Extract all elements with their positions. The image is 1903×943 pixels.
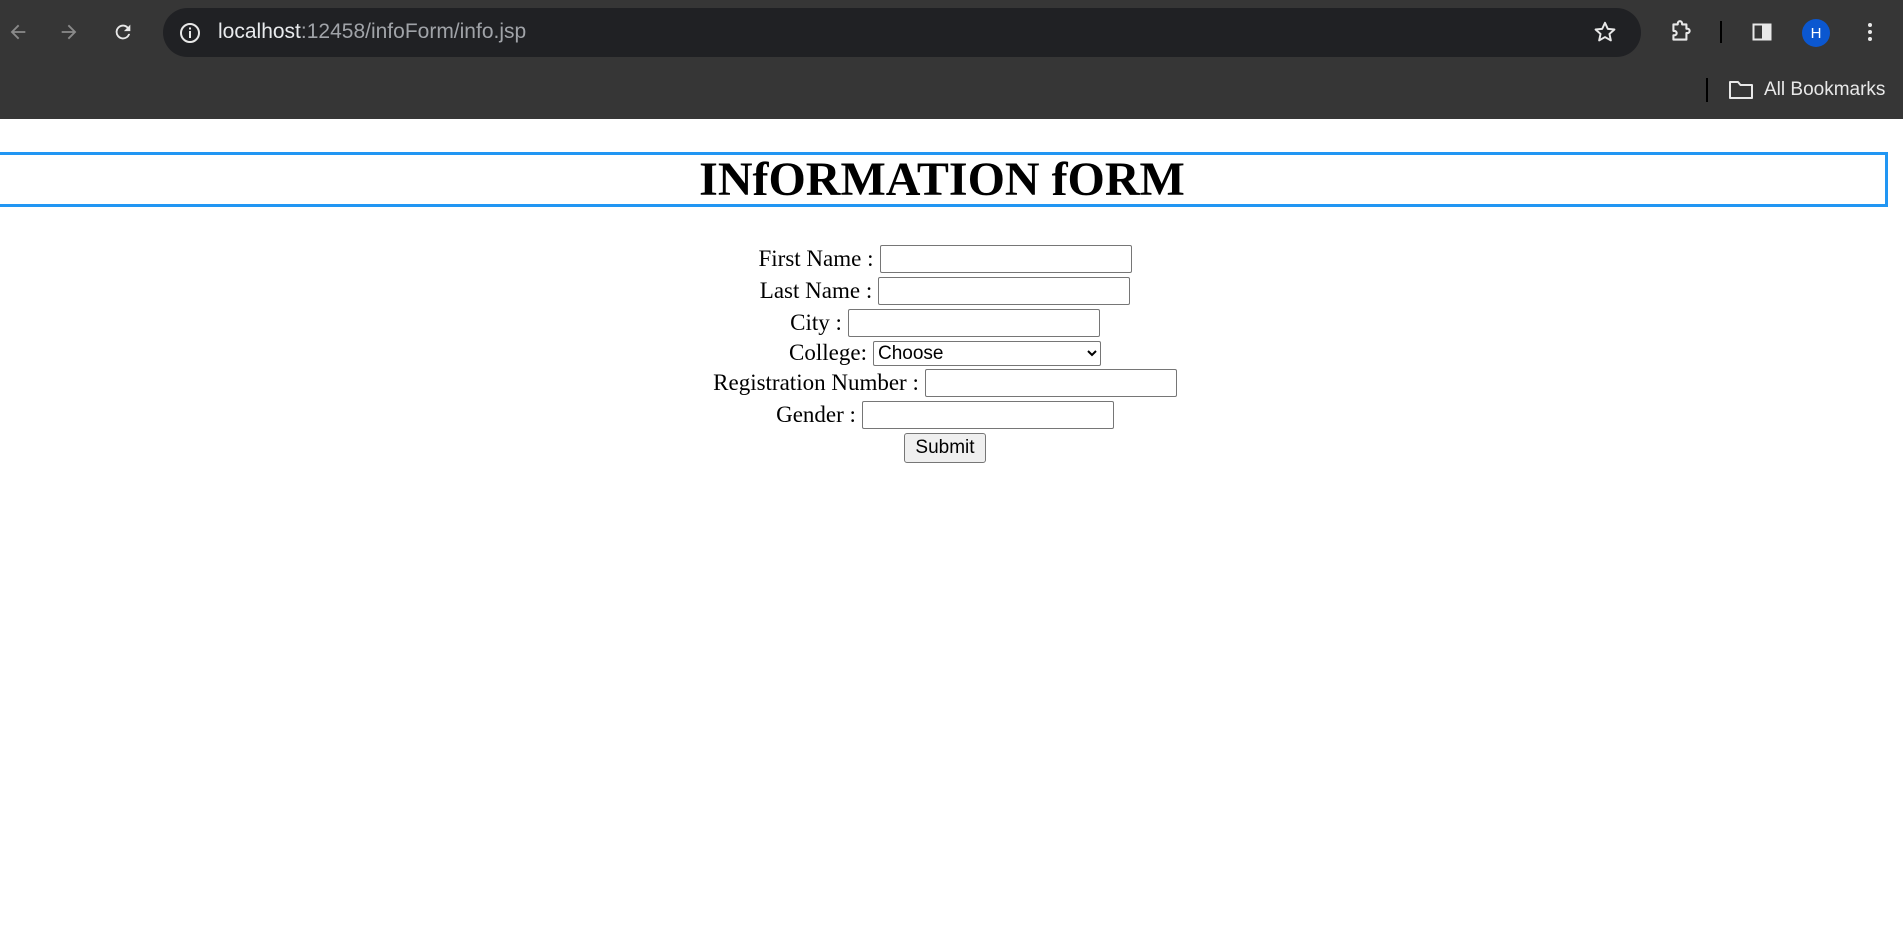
bookmarks-bar: All Bookmarks bbox=[0, 66, 1903, 119]
registration-number-label: Registration Number : bbox=[713, 370, 919, 395]
gender-label: Gender : bbox=[776, 402, 856, 427]
extensions-button[interactable] bbox=[1663, 14, 1699, 50]
browser-menu-button[interactable] bbox=[1852, 14, 1888, 50]
url-text: localhost:12458/infoForm/info.jsp bbox=[218, 20, 526, 44]
last-name-input[interactable] bbox=[878, 277, 1131, 305]
all-bookmarks-label: All Bookmarks bbox=[1764, 79, 1886, 100]
first-name-row: First Name : bbox=[759, 243, 1132, 275]
submit-row: Submit bbox=[904, 431, 986, 465]
college-label: College: bbox=[789, 340, 867, 365]
page-content: INfORMATION fORM First Name : Last Name … bbox=[0, 119, 1903, 943]
bookmark-star-icon[interactable] bbox=[1591, 18, 1619, 46]
url-path: :12458/infoForm/info.jsp bbox=[300, 20, 527, 43]
first-name-input[interactable] bbox=[879, 245, 1132, 273]
site-info-icon[interactable] bbox=[177, 20, 203, 46]
page-title: INfORMATION fORM bbox=[699, 152, 1185, 206]
side-panel-button[interactable] bbox=[1744, 14, 1780, 50]
last-name-row: Last Name : bbox=[759, 275, 1131, 307]
url-host: localhost bbox=[218, 20, 301, 43]
back-button[interactable] bbox=[0, 14, 36, 50]
folder-icon bbox=[1729, 81, 1753, 99]
title-box: INfORMATION fORM bbox=[0, 152, 1888, 207]
registration-number-input[interactable] bbox=[924, 369, 1177, 397]
gender-input[interactable] bbox=[861, 401, 1114, 429]
gender-row: Gender : bbox=[776, 399, 1114, 431]
profile-avatar[interactable]: H bbox=[1802, 19, 1830, 47]
all-bookmarks-button[interactable]: All Bookmarks bbox=[1728, 76, 1885, 104]
toolbar-divider bbox=[1720, 21, 1722, 43]
browser-chrome: localhost:12458/infoForm/info.jsp H All … bbox=[0, 0, 1903, 119]
college-row: College: Choose bbox=[789, 339, 1101, 367]
address-bar[interactable]: localhost:12458/infoForm/info.jsp bbox=[163, 8, 1641, 57]
last-name-label: Last Name : bbox=[759, 278, 873, 303]
information-form: First Name : Last Name : City : College:… bbox=[0, 243, 1890, 465]
city-label: City : bbox=[790, 310, 842, 335]
submit-button[interactable]: Submit bbox=[904, 433, 986, 463]
reload-icon bbox=[115, 24, 131, 40]
city-row: City : bbox=[790, 307, 1100, 339]
puzzle-icon bbox=[1672, 20, 1691, 41]
college-select[interactable]: Choose bbox=[872, 340, 1101, 366]
arrow-right-icon bbox=[61, 24, 77, 40]
side-panel-icon bbox=[1752, 23, 1772, 41]
city-input[interactable] bbox=[847, 309, 1100, 337]
registration-number-row: Registration Number : bbox=[713, 367, 1177, 399]
reload-button[interactable] bbox=[105, 14, 141, 50]
kebab-menu-icon bbox=[1868, 23, 1872, 41]
bookmarks-divider bbox=[1706, 78, 1708, 102]
forward-button[interactable] bbox=[51, 14, 87, 50]
browser-toolbar: localhost:12458/infoForm/info.jsp H bbox=[0, 0, 1903, 66]
first-name-label: First Name : bbox=[758, 246, 874, 271]
arrow-left-icon bbox=[10, 24, 26, 40]
